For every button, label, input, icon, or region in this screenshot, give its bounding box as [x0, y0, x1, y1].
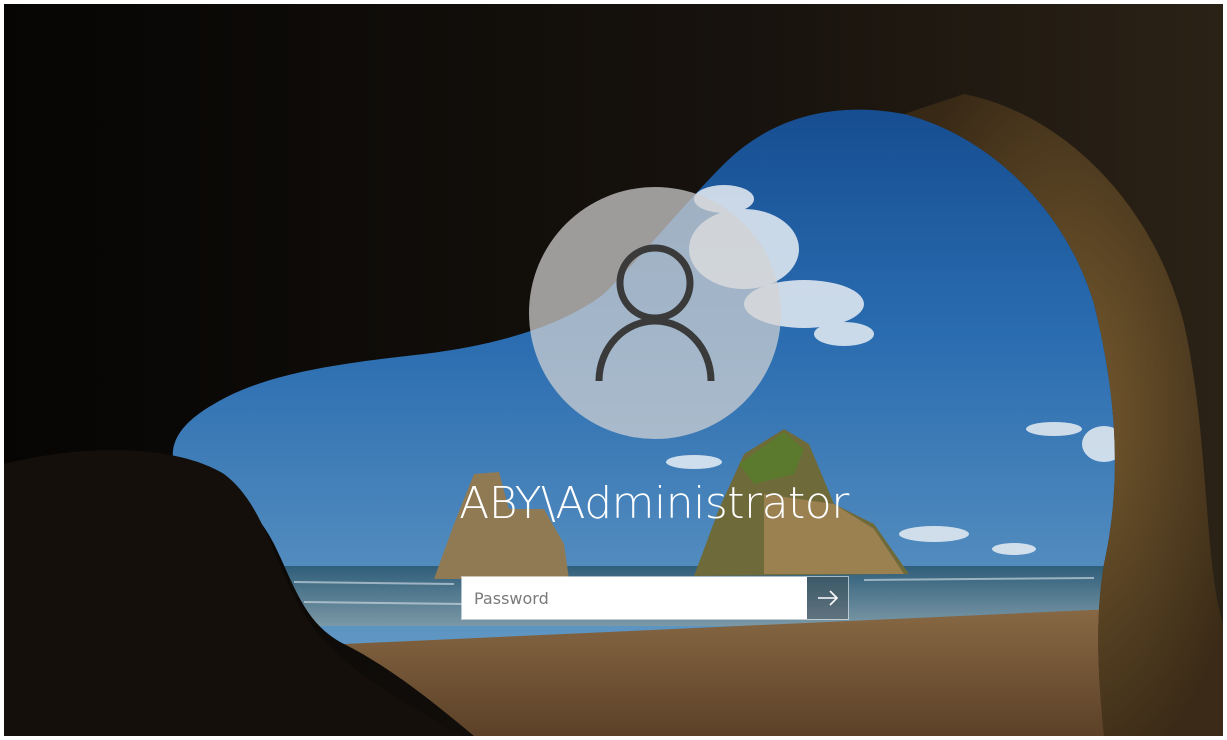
arrow-right-icon	[817, 590, 838, 606]
username-label: ABY\Administrator	[459, 478, 849, 529]
user-avatar	[529, 187, 781, 439]
submit-button[interactable]	[807, 577, 848, 619]
password-input[interactable]	[462, 577, 807, 619]
user-icon	[595, 244, 715, 382]
lock-screen: ABY\Administrator	[4, 4, 1223, 736]
password-container	[461, 576, 849, 620]
